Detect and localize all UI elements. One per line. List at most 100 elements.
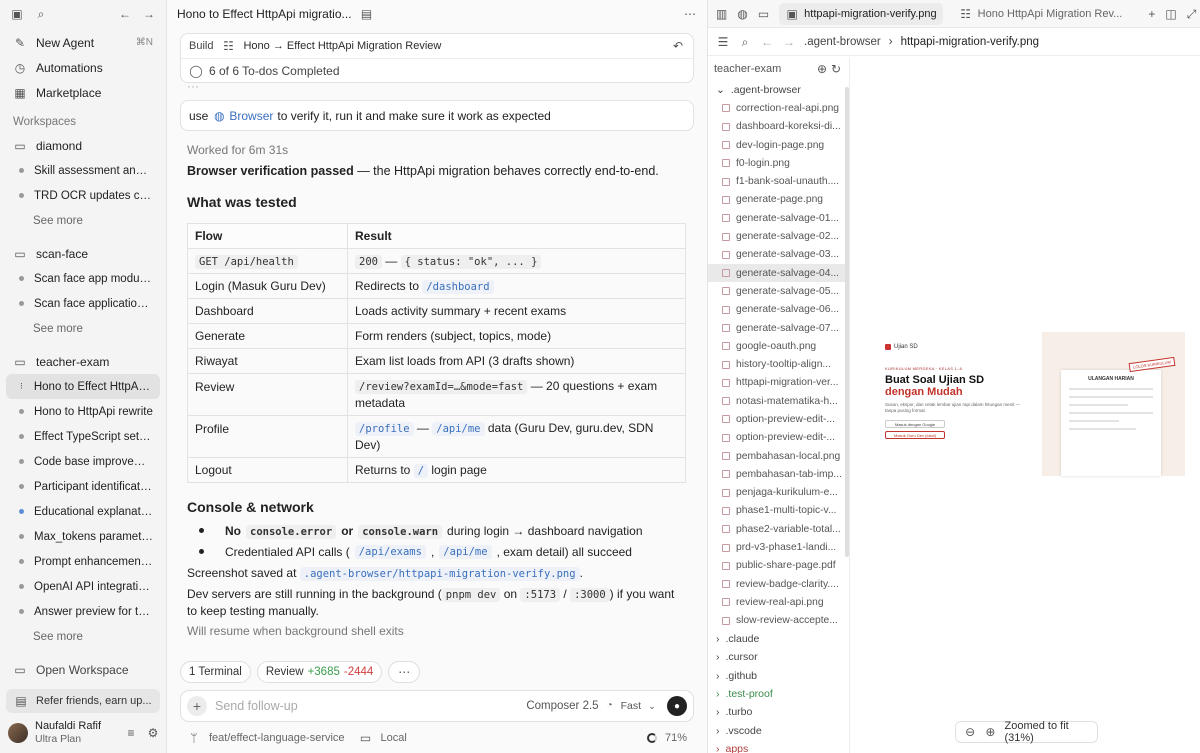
build-title[interactable]: Hono → Effect HttpApi Migration Review xyxy=(243,40,441,52)
microphone-button[interactable]: ● xyxy=(667,696,687,716)
tree-file[interactable]: google-oauth.png xyxy=(708,337,849,355)
tree-file[interactable]: pembahasan-tab-imp... xyxy=(708,465,849,483)
worked-duration[interactable]: Worked for 6m 31s xyxy=(187,143,288,157)
tree-folder[interactable]: › .vscode xyxy=(708,721,849,739)
new-file-icon[interactable]: ⊕ xyxy=(815,62,829,76)
chat-item[interactable]: Scan face app modula... xyxy=(6,266,160,291)
tree-folder[interactable]: › .test-proof xyxy=(708,685,849,703)
tree-file[interactable]: slow-review-accepte... xyxy=(708,612,849,630)
tree-file[interactable]: f0-login.png xyxy=(708,154,849,172)
follow-up-input[interactable] xyxy=(215,699,519,713)
tree-file[interactable]: generate-salvage-05... xyxy=(708,282,849,300)
tree-file[interactable]: generate-salvage-01... xyxy=(708,209,849,227)
terminal-icon[interactable]: ▭ xyxy=(758,7,769,21)
chat-item[interactable]: OpenAI API integration... xyxy=(6,574,160,599)
forward-arrow-icon[interactable]: → xyxy=(142,7,156,21)
screenshot-path-link[interactable]: .agent-browser/httpapi-migration-verify.… xyxy=(299,567,580,581)
user-profile[interactable]: Naufaldi Rafif Ultra Plan ≡ ⚙ xyxy=(8,719,160,747)
chat-item[interactable]: Answer preview for te... xyxy=(6,599,160,624)
tree-file[interactable]: notasi-matematika-h... xyxy=(708,392,849,410)
archive-icon[interactable]: ▤ xyxy=(360,7,374,21)
tree-file[interactable]: generate-salvage-03... xyxy=(708,246,849,264)
new-agent-button[interactable]: ✎ New Agent ⌘N xyxy=(6,30,160,55)
tree-file[interactable]: pembahasan-local.png xyxy=(708,447,849,465)
globe-icon[interactable]: ◍ xyxy=(737,7,747,21)
tree-folder[interactable]: › .turbo xyxy=(708,703,849,721)
tree-file[interactable]: option-preview-edit-... xyxy=(708,429,849,447)
zoom-in-icon[interactable]: ⊕ xyxy=(984,725,996,739)
branch-name[interactable]: feat/effect-language-service xyxy=(209,732,345,744)
gear-icon[interactable]: ⚙ xyxy=(146,726,160,740)
tree-file[interactable]: history-tooltip-align... xyxy=(708,355,849,373)
back-arrow-icon[interactable]: ← xyxy=(118,7,132,21)
see-more-link[interactable]: See more xyxy=(6,624,160,649)
panel-icon[interactable]: ▥ xyxy=(716,7,727,21)
tree-file[interactable]: dashboard-koreksi-di... xyxy=(708,118,849,136)
see-more-link[interactable]: See more xyxy=(6,208,160,233)
forward-arrow-icon[interactable]: → xyxy=(782,35,796,49)
chat-item[interactable]: Code base improveme... xyxy=(6,449,160,474)
tree-folder-open[interactable]: ⌄ .agent-browser xyxy=(708,81,849,99)
chat-item[interactable]: TRD OCR updates co... xyxy=(6,183,160,208)
project-folder[interactable]: ▭ diamond xyxy=(6,133,160,158)
todos-status[interactable]: 6 of 6 To-dos Completed xyxy=(209,64,340,78)
tab-migration-review[interactable]: ☷ Hono HttpApi Migration Rev... xyxy=(953,3,1129,25)
tree-file[interactable]: generate-salvage-06... xyxy=(708,301,849,319)
more-chip[interactable]: ⋯ xyxy=(388,661,421,683)
chat-item[interactable]: Scan face application i... xyxy=(6,291,160,316)
breadcrumb-folder[interactable]: .agent-browser xyxy=(804,36,881,48)
chat-item[interactable]: Skill assessment and ... xyxy=(6,158,160,183)
tree-file[interactable]: option-preview-edit-... xyxy=(708,410,849,428)
marketplace-link[interactable]: ▦ Marketplace xyxy=(6,80,160,105)
chat-item[interactable]: Effect TypeScript setu... xyxy=(6,424,160,449)
split-icon[interactable]: ◫ xyxy=(1165,7,1176,21)
tree-file[interactable]: prd-v3-phase1-landi... xyxy=(708,538,849,556)
tree-file[interactable]: public-share-page.pdf xyxy=(708,557,849,575)
tree-folder[interactable]: › .github xyxy=(708,667,849,685)
tree-file[interactable]: review-real-api.png xyxy=(708,593,849,611)
chat-item[interactable]: Participant identification xyxy=(6,474,160,499)
review-chip[interactable]: Review +3685 -2444 xyxy=(256,661,383,683)
add-attachment-button[interactable]: + xyxy=(187,696,207,716)
model-selector[interactable]: Composer 2.5 ◔ Fast ⌄ xyxy=(526,699,659,713)
chat-item[interactable]: Max_tokens paramete... xyxy=(6,524,160,549)
expand-icon[interactable]: ⤢ xyxy=(1187,7,1197,21)
tree-file[interactable]: dev-login-page.png xyxy=(708,136,849,154)
tree-file[interactable]: phase2-variable-total... xyxy=(708,520,849,538)
filter-icon[interactable]: ≡ xyxy=(124,726,138,740)
tree-file[interactable]: generate-salvage-04... xyxy=(708,263,849,283)
list-icon[interactable]: ☰ xyxy=(716,35,730,49)
refresh-icon[interactable]: ↻ xyxy=(829,62,843,76)
search-icon[interactable]: ⌕ xyxy=(738,35,752,49)
chat-item[interactable]: Educational explanatio... xyxy=(6,499,160,524)
tree-scrollbar[interactable] xyxy=(845,87,849,557)
tree-file[interactable]: review-badge-clarity.... xyxy=(708,575,849,593)
context-usage[interactable]: 71% xyxy=(665,732,687,744)
plus-icon[interactable]: + xyxy=(1148,7,1155,21)
tree-file[interactable]: penjaga-kurikulum-e... xyxy=(708,484,849,502)
undo-icon[interactable]: ↶ xyxy=(671,39,685,53)
tab-image-preview[interactable]: ▣ httpapi-migration-verify.png xyxy=(779,2,943,25)
automations-link[interactable]: ◷ Automations xyxy=(6,55,160,80)
tree-folder[interactable]: › .claude xyxy=(708,630,849,648)
more-options-icon[interactable]: ⋯ xyxy=(683,7,697,21)
tree-file[interactable]: httpapi-migration-ver... xyxy=(708,374,849,392)
tree-folder[interactable]: › .cursor xyxy=(708,648,849,666)
refer-friends-banner[interactable]: ▤ Refer friends, earn up... xyxy=(6,689,160,713)
sidebar-toggle-icon[interactable]: ▣ xyxy=(10,7,24,21)
project-folder[interactable]: ▭ scan-face xyxy=(6,241,160,266)
tree-folder[interactable]: › apps xyxy=(708,740,849,753)
back-arrow-icon[interactable]: ← xyxy=(760,35,774,49)
browser-mention[interactable]: ◍ Browser xyxy=(212,109,273,123)
terminal-chip[interactable]: 1 Terminal xyxy=(180,661,251,683)
zoom-out-icon[interactable]: ⊖ xyxy=(964,725,976,739)
see-more-link[interactable]: See more xyxy=(6,316,160,341)
project-folder[interactable]: ▭ teacher-exam xyxy=(6,349,160,374)
tree-file[interactable]: generate-page.png xyxy=(708,191,849,209)
tree-file[interactable]: generate-salvage-02... xyxy=(708,227,849,245)
open-workspace-button[interactable]: ▭ Open Workspace xyxy=(6,660,136,680)
tree-file[interactable]: f1-bank-soal-unauth.... xyxy=(708,172,849,190)
chat-item[interactable]: Prompt enhancement ... xyxy=(6,549,160,574)
zoom-level[interactable]: Zoomed to fit (31%) xyxy=(1005,720,1090,744)
chat-item-active[interactable]: ⁝ Hono to Effect HttpApi... xyxy=(6,374,160,399)
